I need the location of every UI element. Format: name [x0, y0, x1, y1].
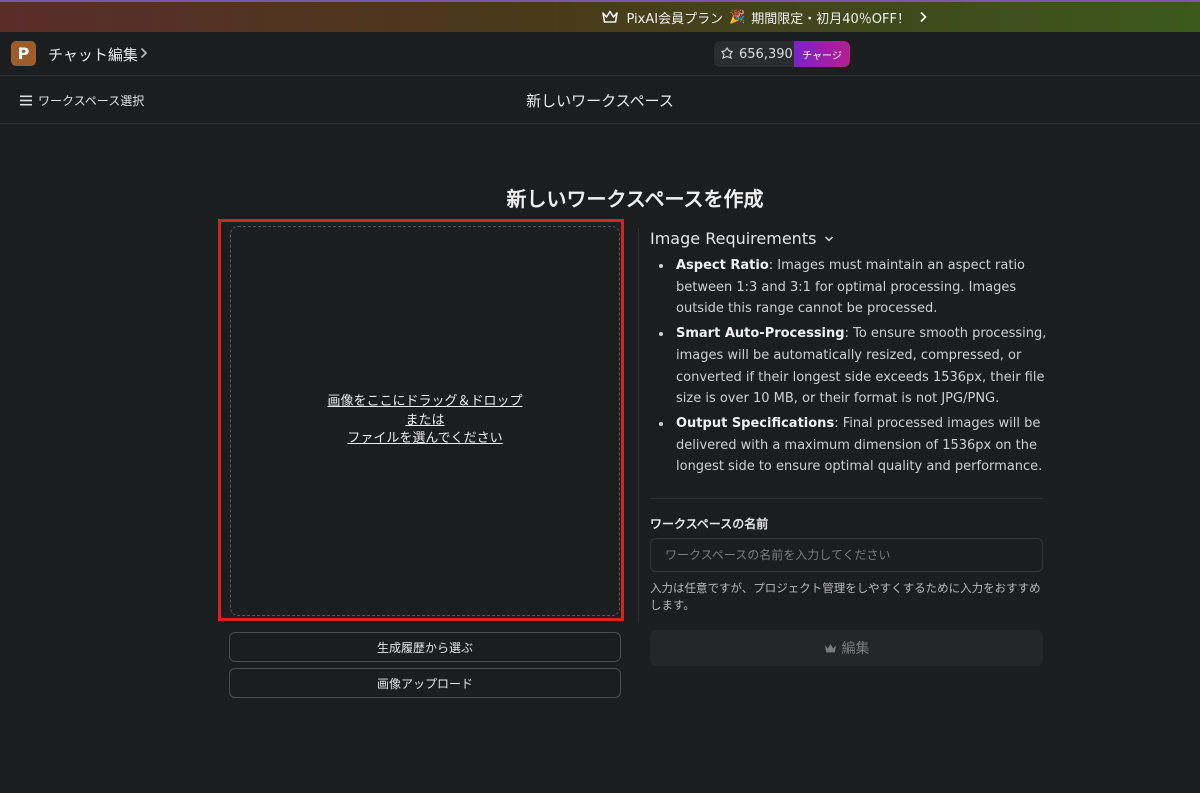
party-emoji: 🎉: [729, 9, 746, 25]
list-item: Output Specifications: Final processed i…: [658, 413, 1048, 478]
requirement-term: Output Specifications: [676, 415, 835, 431]
edit-button[interactable]: 編集: [650, 630, 1043, 666]
workspace-name-label: ワークスペースの名前: [650, 517, 769, 531]
image-requirements-toggle[interactable]: Image Requirements: [650, 229, 834, 248]
charge-button[interactable]: チャージ: [794, 41, 850, 67]
chevron-right-icon: [920, 11, 927, 23]
app-logo[interactable]: P: [11, 41, 36, 66]
upload-image-button[interactable]: 画像アップロード: [229, 668, 621, 698]
coin-icon: [720, 47, 734, 59]
dropzone-text-choose[interactable]: ファイルを選んでください: [347, 430, 502, 449]
top-bar: P チャット編集 656,390 チャージ: [0, 32, 1200, 76]
image-requirements-title: Image Requirements: [650, 229, 817, 248]
workspace-name-hint: 入力は任意ですが、プロジェクト管理をしやすくするために入力をおすすめします。: [650, 581, 1041, 612]
credits-value: 656,390: [739, 46, 793, 62]
promo-banner[interactable]: PixAI会員プラン 🎉 期間限定・初月40％OFF！: [0, 0, 1200, 32]
workspace-name-input[interactable]: [650, 538, 1043, 572]
image-dropzone[interactable]: 画像をここにドラッグ＆ドロップ または ファイルを選んでください: [230, 226, 620, 616]
app-title[interactable]: チャット編集: [48, 44, 138, 65]
list-item: Smart Auto-Processing: To ensure smooth …: [658, 323, 1048, 410]
crown-icon: [824, 643, 836, 652]
list-item: Aspect Ratio: Images must maintain an as…: [658, 255, 1048, 320]
chevron-right-icon[interactable]: [140, 47, 148, 59]
promo-text-plan: PixAI会員プラン: [626, 11, 724, 27]
dropzone-text-drag: 画像をここにドラッグ＆ドロップ: [327, 394, 523, 410]
sub-header: ワークスペース選択 新しいワークスペース: [0, 76, 1200, 124]
crown-icon: [602, 10, 619, 23]
requirement-term: Smart Auto-Processing: [676, 326, 845, 342]
create-workspace-heading: 新しいワークスペースを作成: [506, 187, 764, 211]
chevron-down-icon: [825, 235, 834, 242]
page-title: 新しいワークスペース: [526, 92, 674, 110]
section-divider: [650, 498, 1043, 499]
requirement-term: Aspect Ratio: [676, 258, 769, 273]
select-from-history-button[interactable]: 生成履歴から選ぶ: [229, 632, 621, 662]
promo-text-offer: 期間限定・初月40％OFF！: [751, 11, 910, 27]
dropzone-text-or: または: [405, 412, 445, 428]
column-divider: [638, 228, 639, 623]
edit-button-label: 編集: [841, 641, 870, 657]
credits-display: 656,390 チャージ: [714, 41, 850, 67]
requirements-list: Aspect Ratio: Images must maintain an as…: [658, 255, 1048, 481]
